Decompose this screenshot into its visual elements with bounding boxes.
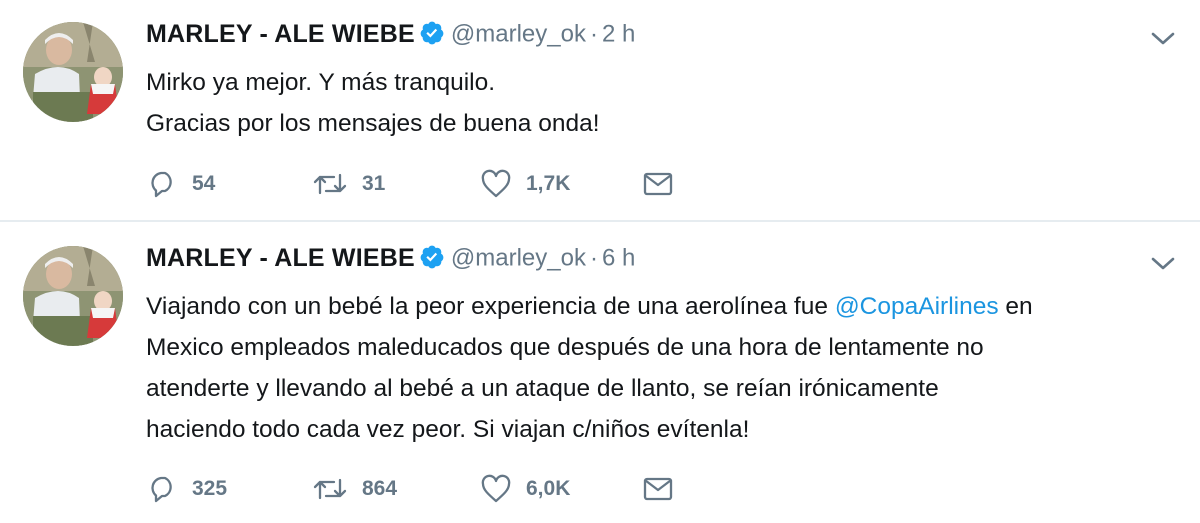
timestamp[interactable]: 2 h <box>602 21 635 48</box>
tweet-text-segment: en <box>998 293 1033 320</box>
tweet-text-line: Viajando con un bebé la peor experiencia… <box>146 286 1176 327</box>
timeline: MARLEY - ALE WIEBE @marley_ok · 2 h Mirko y… <box>0 0 1200 523</box>
retweet-button[interactable]: 31 <box>312 166 385 202</box>
author-name[interactable]: MARLEY - ALE WIEBE <box>146 20 415 48</box>
avatar[interactable] <box>23 22 123 122</box>
tweet-text: Mirko ya mejor. Y más tranquilo. Gracias… <box>146 62 1176 144</box>
direct-message-button[interactable] <box>642 166 674 202</box>
tweet[interactable]: MARLEY - ALE WIEBE @marley_ok · 6 h Viajand… <box>0 222 1200 523</box>
timestamp[interactable]: 6 h <box>602 245 635 272</box>
tweet-text-line: Mexico empleados maleducados que después… <box>146 334 984 361</box>
separator-dot: · <box>589 244 598 272</box>
tweet-text-segment: Viajando con un bebé la peor experiencia… <box>146 293 835 320</box>
author-name[interactable]: MARLEY - ALE WIEBE <box>146 244 415 272</box>
reply-count: 325 <box>192 477 228 500</box>
reply-count: 54 <box>192 172 216 195</box>
reply-icon <box>151 476 172 503</box>
tweet-text-line: Gracias por los mensajes de buena onda! <box>146 110 600 137</box>
author-username[interactable]: @marley_ok <box>451 245 586 272</box>
retweet-icon <box>313 478 347 500</box>
direct-message-icon <box>643 172 673 196</box>
tweet-text: Viajando con un bebé la peor experiencia… <box>146 286 1176 450</box>
author-username[interactable]: @marley_ok <box>451 21 586 48</box>
like-icon <box>481 474 511 503</box>
retweet-button[interactable]: 864 <box>312 471 397 507</box>
chevron-down-icon[interactable] <box>1150 255 1176 273</box>
verified-badge-icon <box>420 21 444 44</box>
direct-message-button[interactable] <box>642 471 674 507</box>
tweet-header: MARLEY - ALE WIEBE @marley_ok · 2 h <box>146 20 635 56</box>
reply-button[interactable]: 325 <box>148 471 227 507</box>
like-count: 1,7K <box>526 172 571 195</box>
separator-dot: · <box>589 20 598 48</box>
mention-link[interactable]: @CopaAirlines <box>835 293 999 320</box>
direct-message-icon <box>643 477 673 501</box>
chevron-down-icon[interactable] <box>1150 30 1176 48</box>
like-button[interactable]: 6,0K <box>480 471 570 507</box>
tweet[interactable]: MARLEY - ALE WIEBE @marley_ok · 2 h Mirko y… <box>0 0 1200 221</box>
like-button[interactable]: 1,7K <box>480 166 570 202</box>
tweet-text-line: atenderte y llevando al bebé a un ataque… <box>146 375 939 402</box>
retweet-count: 864 <box>362 477 398 500</box>
reply-button[interactable]: 54 <box>148 166 215 202</box>
retweet-count: 31 <box>362 172 386 195</box>
avatar[interactable] <box>23 246 123 346</box>
like-icon <box>481 169 511 198</box>
tweet-text-line: Mirko ya mejor. Y más tranquilo. <box>146 69 496 96</box>
verified-badge-icon <box>420 245 444 268</box>
tweet-text-line: haciendo todo cada vez peor. Si viajan c… <box>146 416 750 443</box>
retweet-icon <box>313 173 347 195</box>
reply-icon <box>151 171 172 198</box>
tweet-header: MARLEY - ALE WIEBE @marley_ok · 6 h <box>146 244 635 280</box>
like-count: 6,0K <box>526 477 571 500</box>
